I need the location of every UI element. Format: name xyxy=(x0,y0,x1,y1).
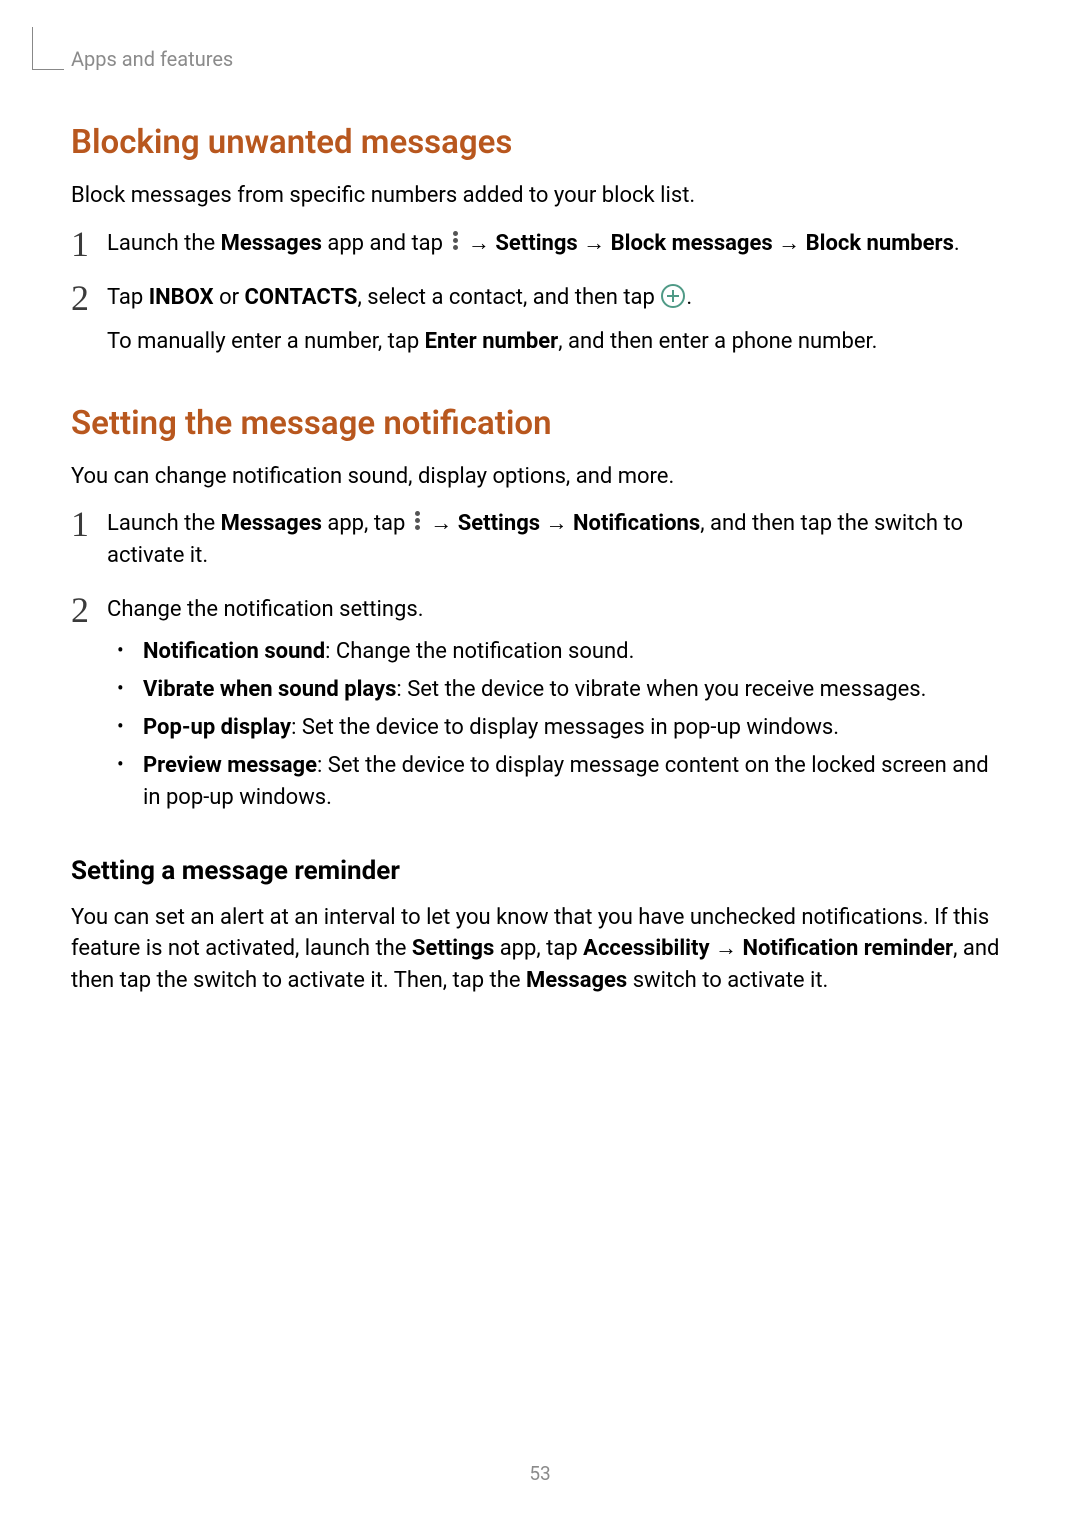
text: : Change the notification sound. xyxy=(325,639,634,664)
text-bold: Messages xyxy=(221,231,322,256)
text-bold: Enter number xyxy=(425,329,559,354)
text-bold: CONTACTS xyxy=(245,285,358,310)
heading-blocking-unwanted-messages: Blocking unwanted messages xyxy=(71,123,1011,162)
paragraph: You can set an alert at an interval to l… xyxy=(71,902,1011,998)
plus-circle-icon xyxy=(661,284,685,308)
step-body: Change the notification settings. Notifi… xyxy=(107,594,1011,819)
more-options-icon xyxy=(450,229,460,252)
text: , and then enter a phone number. xyxy=(558,329,877,354)
list-item: Preview message: Set the device to displ… xyxy=(117,750,1011,814)
page-number: 53 xyxy=(0,1462,1080,1485)
text: → xyxy=(773,231,806,256)
text: Tap xyxy=(107,285,149,310)
step-number: 1 xyxy=(71,226,107,262)
bullet-list: Notification sound: Change the notificat… xyxy=(107,636,1011,813)
heading-setting-message-reminder: Setting a message reminder xyxy=(71,856,1011,886)
text-bold: Messages xyxy=(526,968,627,993)
text: switch to activate it. xyxy=(627,968,828,993)
text: To manually enter a number, tap xyxy=(107,329,425,354)
step-body: Launch the Messages app and tap → Settin… xyxy=(107,228,1011,266)
text: app and tap xyxy=(322,231,449,256)
text: → xyxy=(540,511,573,536)
list-item: Notification sound: Change the notificat… xyxy=(117,636,1011,668)
text: → xyxy=(462,231,495,256)
text-bold: Notifications xyxy=(573,511,700,536)
text: . xyxy=(686,285,692,310)
text-bold: Block messages xyxy=(611,231,773,256)
step-2: 2 Change the notification settings. Noti… xyxy=(71,594,1011,819)
text: , select a contact, and then tap xyxy=(357,285,660,310)
text-bold: Notification sound xyxy=(143,639,325,664)
list-item: Vibrate when sound plays: Set the device… xyxy=(117,674,1011,706)
corner-mark xyxy=(32,27,64,70)
text: app, tap xyxy=(322,511,411,536)
text-bold: Pop-up display xyxy=(143,715,291,740)
heading-setting-message-notification: Setting the message notification xyxy=(71,404,1011,443)
step-2: 2 Tap INBOX or CONTACTS, select a contac… xyxy=(71,282,1011,368)
step-number: 2 xyxy=(71,280,107,316)
text: → xyxy=(425,511,458,536)
breadcrumb: Apps and features xyxy=(71,47,233,71)
text-bold: Settings xyxy=(458,511,540,536)
step-number: 2 xyxy=(71,592,107,628)
text-bold: INBOX xyxy=(149,285,214,310)
text: app, tap xyxy=(494,936,583,961)
page-content: Blocking unwanted messages Block message… xyxy=(71,115,1011,1009)
text: → xyxy=(578,231,611,256)
intro-text: Block messages from specific numbers add… xyxy=(71,180,1011,212)
text: or xyxy=(214,285,245,310)
text: : Set the device to vibrate when you rec… xyxy=(396,677,926,702)
text: Change the notification settings. xyxy=(107,594,1011,626)
step-1: 1 Launch the Messages app and tap → Sett… xyxy=(71,228,1011,266)
step-1: 1 Launch the Messages app, tap → Setting… xyxy=(71,508,1011,578)
text-bold: Preview message xyxy=(143,753,317,778)
step-number: 1 xyxy=(71,506,107,542)
step-body: Tap INBOX or CONTACTS, select a contact,… xyxy=(107,282,1011,368)
intro-text: You can change notification sound, displ… xyxy=(71,461,1011,493)
text-bold: Notification reminder xyxy=(742,936,953,961)
text-bold: Settings xyxy=(412,936,494,961)
text-bold: Settings xyxy=(495,231,577,256)
text: . xyxy=(954,231,960,256)
text: Launch the xyxy=(107,231,221,256)
text: → xyxy=(710,936,743,961)
text-bold: Block numbers xyxy=(806,231,954,256)
list-item: Pop-up display: Set the device to displa… xyxy=(117,712,1011,744)
text: Launch the xyxy=(107,511,221,536)
step-body: Launch the Messages app, tap → Settings … xyxy=(107,508,1011,578)
text-bold: Messages xyxy=(221,511,322,536)
text-bold: Accessibility xyxy=(583,936,709,961)
text: : Set the device to display messages in … xyxy=(291,715,839,740)
text-bold: Vibrate when sound plays xyxy=(143,677,396,702)
more-options-icon xyxy=(413,509,423,532)
